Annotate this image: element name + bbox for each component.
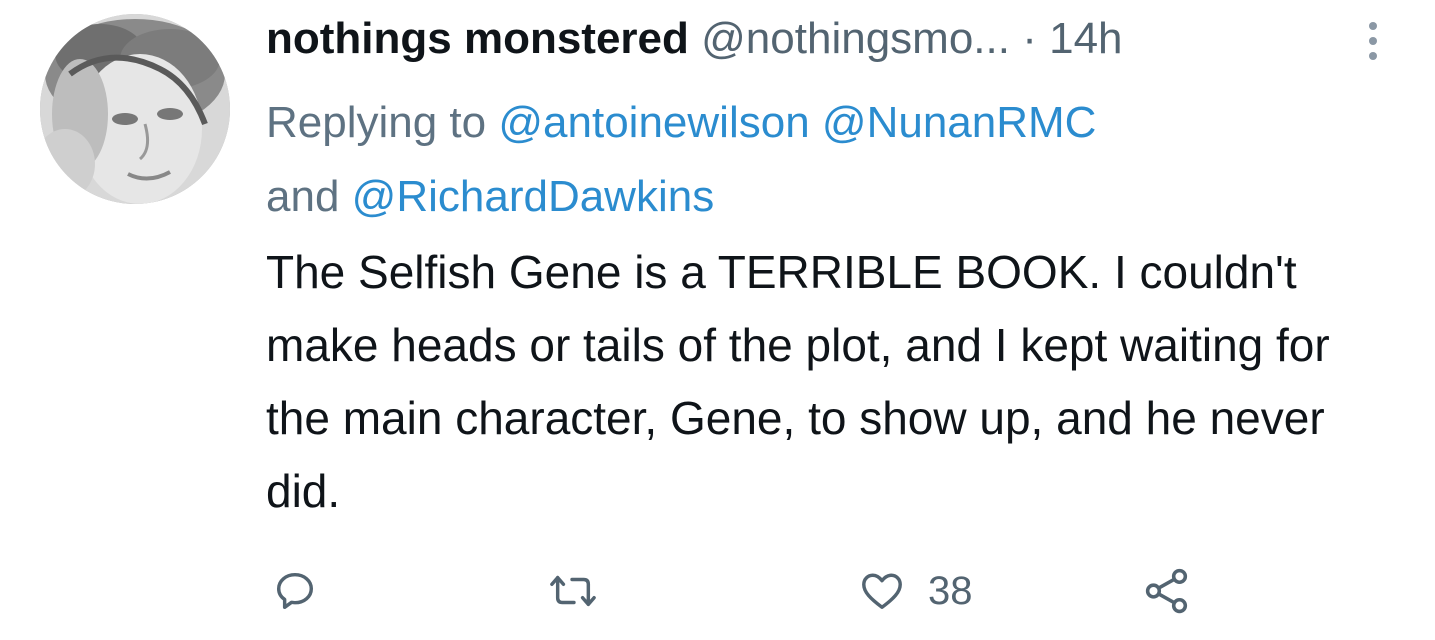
tweet-text: The Selfish Gene is a TERRIBLE BOOK. I c… bbox=[266, 246, 1330, 517]
mention-link[interactable]: @antoinewilson bbox=[498, 98, 809, 147]
reply-icon bbox=[276, 572, 314, 610]
author-display-name[interactable]: nothings monstered bbox=[266, 14, 689, 63]
like-button[interactable]: 38 bbox=[858, 556, 973, 626]
tweet-header: nothings monstered @nothingsmo... · 14h bbox=[266, 14, 1123, 64]
reply-prefix: Replying to bbox=[266, 98, 487, 147]
avatar-photo bbox=[40, 14, 230, 204]
mention-link[interactable]: @NunanRMC bbox=[822, 98, 1097, 147]
more-vertical-icon-dot bbox=[1369, 37, 1377, 45]
separator-dot: · bbox=[1022, 14, 1037, 63]
reply-context: Replying to @antoinewilson @NunanRMC and… bbox=[266, 86, 1366, 234]
reply-conjunction: and bbox=[266, 172, 340, 221]
tweet[interactable]: nothings monstered @nothingsmo... · 14h … bbox=[0, 0, 1435, 640]
like-count: 38 bbox=[928, 568, 973, 613]
avatar[interactable] bbox=[40, 14, 230, 204]
heart-icon bbox=[862, 573, 902, 610]
retweet-button[interactable] bbox=[548, 556, 598, 626]
more-vertical-icon bbox=[1369, 22, 1377, 30]
author-handle[interactable]: @nothingsmo... bbox=[701, 14, 1010, 63]
more-options-button[interactable] bbox=[1358, 16, 1388, 66]
mention-link[interactable]: @RichardDawkins bbox=[352, 172, 715, 221]
share-icon bbox=[1145, 568, 1188, 614]
reply-button[interactable] bbox=[272, 556, 318, 626]
tweet-actions: 38 bbox=[266, 556, 1386, 626]
retweet-icon bbox=[550, 575, 596, 607]
timestamp[interactable]: 14h bbox=[1049, 14, 1122, 63]
share-button[interactable] bbox=[1142, 556, 1192, 626]
more-vertical-icon-dot bbox=[1369, 52, 1377, 60]
